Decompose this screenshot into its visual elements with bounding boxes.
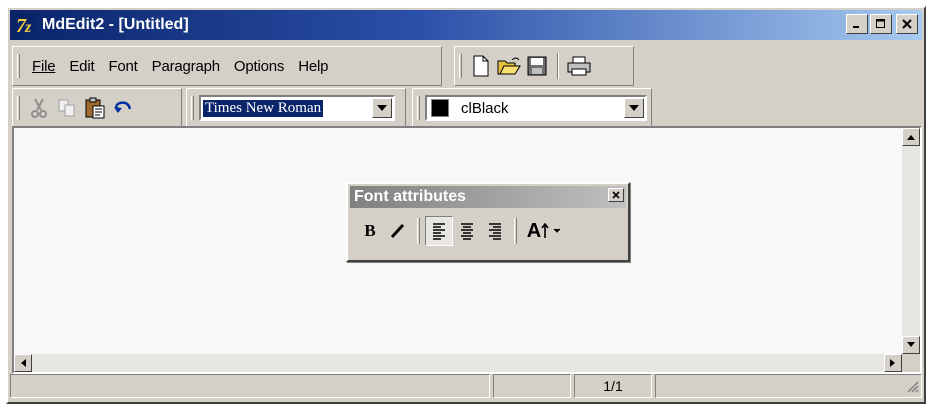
svg-text:z: z bbox=[24, 19, 32, 36]
font-name-value: Times New Roman bbox=[203, 99, 324, 117]
color-value: clBlack bbox=[461, 99, 509, 117]
menu-paragraph[interactable]: Paragraph bbox=[145, 58, 227, 75]
copy-icon bbox=[58, 99, 75, 117]
italic-brush-icon bbox=[390, 223, 405, 239]
print-button[interactable] bbox=[565, 52, 593, 80]
color-toolbar-grip[interactable] bbox=[417, 96, 420, 120]
font-name-combo[interactable]: Times New Roman bbox=[199, 95, 395, 121]
align-right-button[interactable] bbox=[481, 216, 509, 246]
align-left-button[interactable] bbox=[425, 216, 453, 246]
bold-button[interactable]: B bbox=[356, 216, 384, 246]
font-attributes-close-button[interactable] bbox=[608, 188, 624, 202]
open-button[interactable] bbox=[495, 52, 523, 80]
font-attributes-toolbar[interactable]: Font attributes B A bbox=[346, 182, 630, 262]
scroll-right-button[interactable] bbox=[884, 354, 902, 372]
menu-edit[interactable]: Edit bbox=[62, 58, 101, 75]
copy-button[interactable] bbox=[53, 94, 81, 122]
font-size-button[interactable]: A bbox=[522, 216, 566, 246]
title-bar[interactable]: 7 z MdEdit2 - [Untitled] bbox=[10, 10, 922, 40]
menu-font[interactable]: Font bbox=[101, 58, 144, 75]
align-center-button[interactable] bbox=[453, 216, 481, 246]
color-swatch bbox=[431, 99, 449, 117]
resize-grip-icon[interactable] bbox=[905, 379, 919, 393]
status-panel-2 bbox=[493, 374, 571, 398]
arrow-up-icon bbox=[907, 135, 915, 140]
save-icon bbox=[527, 56, 547, 76]
chevron-down-icon bbox=[553, 228, 561, 233]
maximize-icon bbox=[876, 19, 885, 28]
color-toolbar: clBlack bbox=[412, 88, 652, 128]
menu-help-label: Help bbox=[298, 57, 329, 75]
menu-options-label: Options bbox=[233, 57, 285, 75]
scroll-up-button[interactable] bbox=[902, 128, 920, 146]
chevron-down-icon bbox=[377, 105, 387, 111]
bold-label: B bbox=[364, 221, 376, 240]
new-document-button[interactable] bbox=[467, 52, 495, 80]
size-up-arrow-icon bbox=[541, 223, 549, 238]
vertical-scrollbar[interactable] bbox=[902, 128, 920, 354]
status-panel-page: 1/1 bbox=[574, 374, 652, 398]
color-combo-dropdown-button[interactable] bbox=[624, 98, 644, 118]
save-button[interactable] bbox=[523, 52, 551, 80]
arrow-right-icon bbox=[890, 359, 895, 367]
menu-edit-label: Edit bbox=[69, 57, 95, 75]
app-logo-icon: 7 z bbox=[14, 13, 38, 37]
undo-icon bbox=[114, 101, 132, 113]
arrow-left-icon bbox=[21, 359, 26, 367]
menu-bar: File Edit Font Paragraph Options Help bbox=[12, 46, 442, 86]
close-icon bbox=[902, 19, 912, 29]
float-separator bbox=[514, 218, 517, 244]
status-panel-4 bbox=[655, 374, 922, 398]
font-combo-dropdown-button[interactable] bbox=[372, 98, 392, 118]
align-left-icon bbox=[433, 223, 445, 240]
menu-paragraph-label: Paragraph bbox=[151, 57, 220, 75]
font-attributes-title: Font attributes bbox=[354, 188, 466, 205]
float-separator bbox=[417, 218, 420, 244]
paste-button[interactable] bbox=[81, 94, 109, 122]
menu-bar-grip[interactable] bbox=[17, 54, 20, 78]
scroll-left-button[interactable] bbox=[14, 354, 32, 372]
close-icon bbox=[612, 191, 620, 199]
horizontal-scrollbar[interactable] bbox=[14, 354, 902, 372]
font-attributes-title-bar[interactable]: Font attributes bbox=[350, 186, 626, 208]
close-button[interactable] bbox=[896, 14, 918, 34]
scrollbar-corner bbox=[902, 354, 920, 372]
italic-button[interactable] bbox=[384, 216, 412, 246]
edit-toolbar-grip[interactable] bbox=[17, 96, 20, 120]
maximize-button[interactable] bbox=[870, 14, 892, 34]
open-folder-icon bbox=[497, 57, 521, 75]
status-panel-main bbox=[10, 374, 490, 398]
chevron-down-icon bbox=[629, 105, 639, 111]
font-size-label: A bbox=[526, 219, 542, 242]
minimize-icon bbox=[853, 26, 859, 28]
font-toolbar-grip[interactable] bbox=[191, 96, 194, 120]
edit-toolbar bbox=[12, 88, 182, 128]
window-title: MdEdit2 - [Untitled] bbox=[42, 16, 189, 33]
menu-file-label: File bbox=[32, 57, 56, 75]
file-toolbar bbox=[454, 46, 634, 86]
arrow-down-icon bbox=[907, 342, 915, 347]
scroll-down-button[interactable] bbox=[902, 336, 920, 354]
toolbar-separator bbox=[557, 53, 559, 79]
menu-options[interactable]: Options bbox=[227, 58, 291, 75]
align-right-icon bbox=[489, 223, 501, 240]
cut-icon bbox=[31, 98, 47, 118]
print-icon bbox=[567, 56, 591, 76]
file-toolbar-grip[interactable] bbox=[459, 54, 462, 78]
menu-font-label: Font bbox=[108, 57, 138, 75]
undo-button[interactable] bbox=[109, 94, 137, 122]
paste-icon bbox=[85, 97, 105, 119]
menu-help[interactable]: Help bbox=[291, 58, 335, 75]
status-bar: 1/1 bbox=[10, 374, 922, 400]
align-center-icon bbox=[461, 223, 473, 240]
menu-file[interactable]: File bbox=[25, 58, 62, 75]
font-toolbar: Times New Roman bbox=[186, 88, 406, 128]
new-document-icon bbox=[473, 55, 489, 77]
color-combo[interactable]: clBlack bbox=[425, 95, 647, 121]
minimize-button[interactable] bbox=[846, 14, 868, 34]
page-indicator: 1/1 bbox=[603, 378, 623, 394]
cut-button[interactable] bbox=[25, 94, 53, 122]
